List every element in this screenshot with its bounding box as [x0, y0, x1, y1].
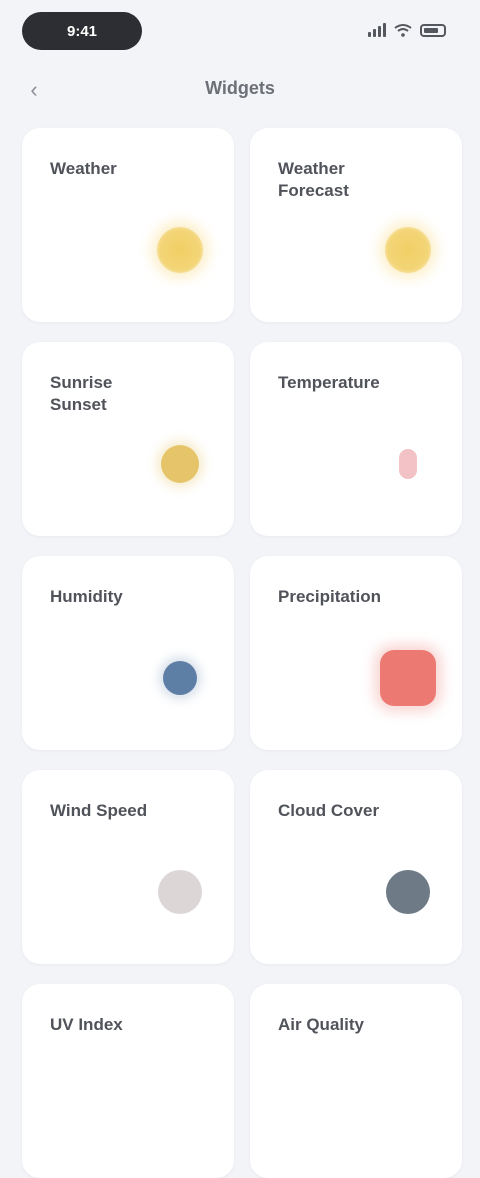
wind-icon — [150, 862, 210, 922]
widget-card-weather[interactable]: Weather — [22, 128, 234, 322]
widget-card-precipitation[interactable]: Precipitation — [250, 556, 462, 750]
battery-icon — [420, 23, 446, 37]
status-bar: 9:41 — [0, 0, 480, 64]
widget-card-air-quality[interactable]: Air Quality — [250, 984, 462, 1178]
widget-card-sunrise-sunset[interactable]: Sunrise Sunset — [22, 342, 234, 536]
card-title: Sunrise Sunset — [50, 373, 113, 414]
card-title: Temperature — [278, 373, 380, 392]
cellular-signal-icon — [368, 23, 386, 37]
widget-card-temperature[interactable]: Temperature — [250, 342, 462, 536]
card-title: Humidity — [50, 587, 123, 606]
widget-card-cloud-cover[interactable]: Cloud Cover — [250, 770, 462, 964]
card-title: UV Index — [50, 1015, 123, 1034]
card-title: Cloud Cover — [278, 801, 380, 820]
widget-grid: Weather Weather Forecast Sunrise Sunset … — [22, 128, 462, 1178]
widget-card-wind-speed[interactable]: Wind Speed — [22, 770, 234, 964]
navigation-bar: ‹ Widgets — [0, 64, 480, 116]
widget-card-uv-index[interactable]: UV Index — [22, 984, 234, 1178]
card-title: Weather Forecast — [278, 159, 349, 200]
cloud-icon — [378, 862, 438, 922]
wifi-icon — [394, 24, 412, 37]
thermometer-icon — [378, 434, 438, 494]
card-title: Precipitation — [278, 587, 381, 606]
card-title: Air Quality — [278, 1015, 364, 1034]
droplet-icon — [150, 648, 210, 708]
status-time: 9:41 — [22, 12, 142, 50]
card-title: Wind Speed — [50, 801, 148, 820]
widget-card-weather-forecast[interactable]: Weather Forecast — [250, 128, 462, 322]
sun-icon — [150, 434, 210, 494]
page-title: Widgets — [205, 78, 275, 98]
sun-icon — [378, 220, 438, 280]
umbrella-icon — [378, 648, 438, 708]
sun-icon — [150, 220, 210, 280]
card-title: Weather — [50, 159, 117, 178]
widget-card-humidity[interactable]: Humidity — [22, 556, 234, 750]
status-icons — [350, 20, 446, 40]
